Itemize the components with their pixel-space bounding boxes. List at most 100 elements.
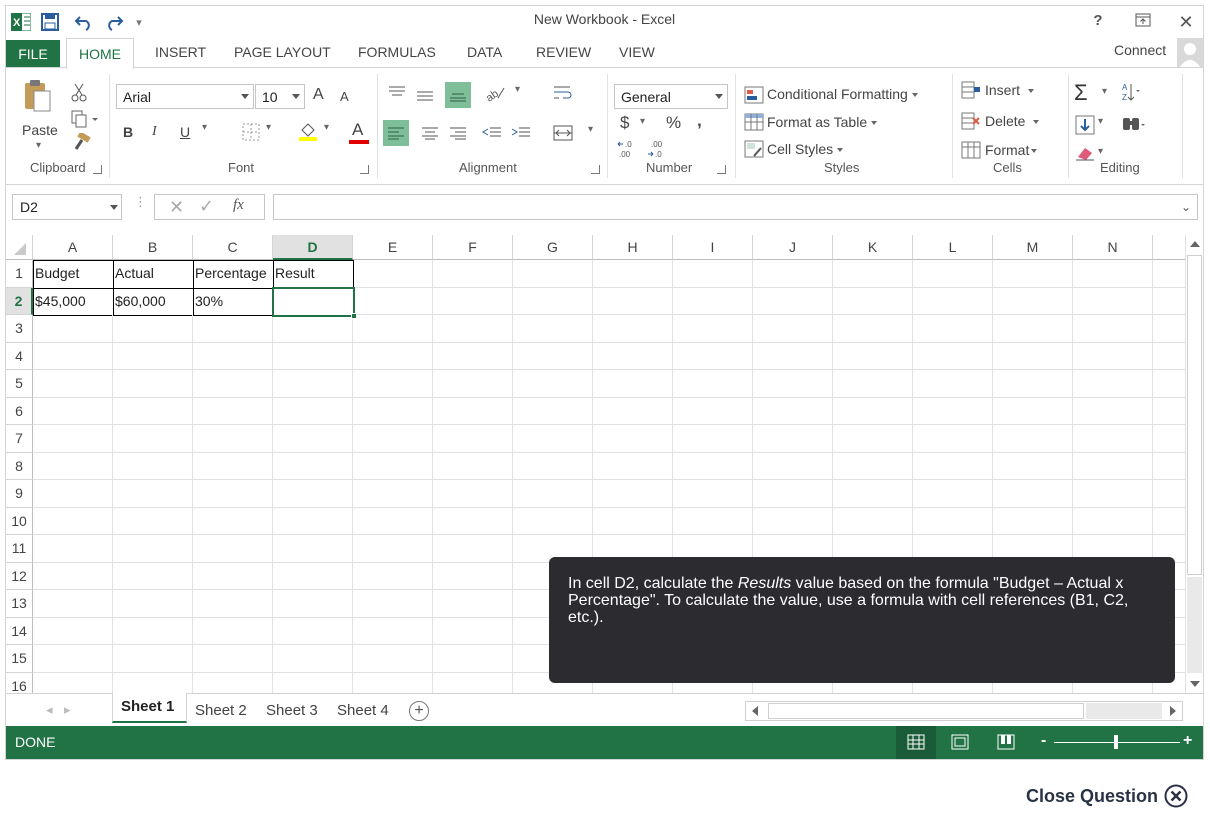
- number-launcher-icon[interactable]: [717, 165, 726, 174]
- cell-c12[interactable]: [193, 562, 273, 590]
- cell-b8[interactable]: [113, 452, 193, 480]
- paste-button[interactable]: Paste: [22, 122, 58, 138]
- cell-l10[interactable]: [913, 507, 993, 535]
- row-header-15[interactable]: 15: [6, 645, 33, 673]
- cell-g7[interactable]: [513, 425, 593, 453]
- cell-d6[interactable]: [273, 397, 353, 425]
- column-header-i[interactable]: I: [673, 235, 753, 260]
- cell-k9[interactable]: [833, 480, 913, 508]
- cell-d14[interactable]: [273, 617, 353, 645]
- cell-h2[interactable]: [593, 287, 673, 315]
- column-header-l[interactable]: L: [913, 235, 993, 260]
- insert-cells-button[interactable]: Insert: [985, 82, 1035, 98]
- select-all-corner[interactable]: [6, 235, 33, 260]
- cell-f1[interactable]: [433, 260, 513, 288]
- cell-a1[interactable]: Budget: [33, 260, 114, 289]
- scroll-up-icon[interactable]: [1190, 241, 1200, 247]
- cell-c5[interactable]: [193, 370, 273, 398]
- merge-center-icon[interactable]: [552, 122, 574, 144]
- autosum-dropdown-icon[interactable]: ▾: [1102, 86, 1107, 97]
- cell-i10[interactable]: [673, 507, 753, 535]
- cell-e15[interactable]: [353, 645, 433, 673]
- cell-n7[interactable]: [1073, 425, 1153, 453]
- cell-f11[interactable]: [433, 535, 513, 563]
- cell-l6[interactable]: [913, 397, 993, 425]
- scroll-left-icon[interactable]: [752, 706, 758, 716]
- column-header-e[interactable]: E: [353, 235, 433, 260]
- cell-e5[interactable]: [353, 370, 433, 398]
- cell-g6[interactable]: [513, 397, 593, 425]
- cell-a13[interactable]: [33, 590, 113, 618]
- cell-o8[interactable]: [1153, 453, 1185, 480]
- cell-j10[interactable]: [753, 507, 833, 535]
- cell-l9[interactable]: [913, 480, 993, 508]
- page-layout-view-icon[interactable]: [951, 734, 969, 750]
- cell-j3[interactable]: [753, 315, 833, 343]
- scroll-down-icon[interactable]: [1190, 681, 1200, 687]
- cell-m3[interactable]: [993, 315, 1073, 343]
- confirm-entry-icon[interactable]: ✓: [199, 196, 214, 217]
- paste-icon[interactable]: [20, 78, 56, 114]
- cell-d13[interactable]: [273, 590, 353, 618]
- cell-f7[interactable]: [433, 425, 513, 453]
- cell-h9[interactable]: [593, 480, 673, 508]
- paste-dropdown-icon[interactable]: ▾: [36, 140, 41, 151]
- cell-f6[interactable]: [433, 397, 513, 425]
- cell-b12[interactable]: [113, 562, 193, 590]
- cell-j2[interactable]: [753, 287, 833, 315]
- fill-icon[interactable]: [1074, 114, 1096, 136]
- currency-button[interactable]: $: [620, 113, 629, 133]
- cell-o1[interactable]: [1153, 260, 1185, 288]
- column-header-k[interactable]: K: [833, 235, 913, 260]
- conditional-formatting-button[interactable]: Conditional Formatting: [767, 86, 918, 102]
- column-header-f[interactable]: F: [433, 235, 513, 260]
- format-as-table-icon[interactable]: [743, 112, 765, 132]
- increase-indent-icon[interactable]: [509, 122, 533, 144]
- tab-data[interactable]: DATA: [467, 44, 502, 60]
- tab-formulas[interactable]: FORMULAS: [358, 44, 436, 60]
- column-header-o[interactable]: O: [1153, 235, 1185, 260]
- orientation-icon[interactable]: ab: [482, 82, 508, 104]
- column-header-m[interactable]: M: [993, 235, 1073, 260]
- sheet-tab-3[interactable]: Sheet 3: [266, 702, 318, 719]
- row-header-7[interactable]: 7: [6, 425, 33, 453]
- cell-i1[interactable]: [673, 260, 753, 288]
- conditional-formatting-icon[interactable]: [743, 85, 765, 105]
- top-align-icon[interactable]: [386, 82, 408, 102]
- align-right-icon[interactable]: [447, 122, 469, 144]
- insert-cells-icon[interactable]: [960, 80, 982, 100]
- cell-i7[interactable]: [673, 425, 753, 453]
- cell-o5[interactable]: [1153, 370, 1185, 398]
- cell-c7[interactable]: [193, 425, 273, 453]
- cell-c3[interactable]: [193, 315, 273, 343]
- close-circle-icon[interactable]: [1164, 784, 1188, 808]
- cell-a6[interactable]: [33, 397, 113, 425]
- column-header-d[interactable]: D: [273, 235, 353, 260]
- cell-f15[interactable]: [433, 645, 513, 673]
- cell-b5[interactable]: [113, 370, 193, 398]
- cut-icon[interactable]: [68, 82, 90, 104]
- cell-k2[interactable]: [833, 287, 913, 315]
- column-header-n[interactable]: N: [1073, 235, 1153, 260]
- cell-b15[interactable]: [113, 645, 193, 673]
- clear-dropdown-icon[interactable]: ▾: [1098, 146, 1103, 157]
- cell-m8[interactable]: [993, 452, 1073, 480]
- cell-i8[interactable]: [673, 452, 753, 480]
- cell-d3[interactable]: [273, 315, 353, 343]
- cell-e3[interactable]: [353, 315, 433, 343]
- merge-dropdown-icon[interactable]: ▾: [588, 124, 593, 135]
- cell-a11[interactable]: [33, 535, 113, 563]
- horizontal-scrollbar[interactable]: [745, 701, 1183, 721]
- cell-f2[interactable]: [433, 287, 513, 315]
- row-header-1[interactable]: 1: [6, 260, 33, 288]
- cell-k7[interactable]: [833, 425, 913, 453]
- cell-f8[interactable]: [433, 452, 513, 480]
- row-header-2[interactable]: 2: [6, 287, 33, 315]
- cell-f13[interactable]: [433, 590, 513, 618]
- cell-a9[interactable]: [33, 480, 113, 508]
- cell-j7[interactable]: [753, 425, 833, 453]
- cell-h5[interactable]: [593, 370, 673, 398]
- cell-a7[interactable]: [33, 425, 113, 453]
- namebox-dropdown-icon[interactable]: [110, 205, 118, 210]
- italic-button[interactable]: I: [152, 124, 157, 140]
